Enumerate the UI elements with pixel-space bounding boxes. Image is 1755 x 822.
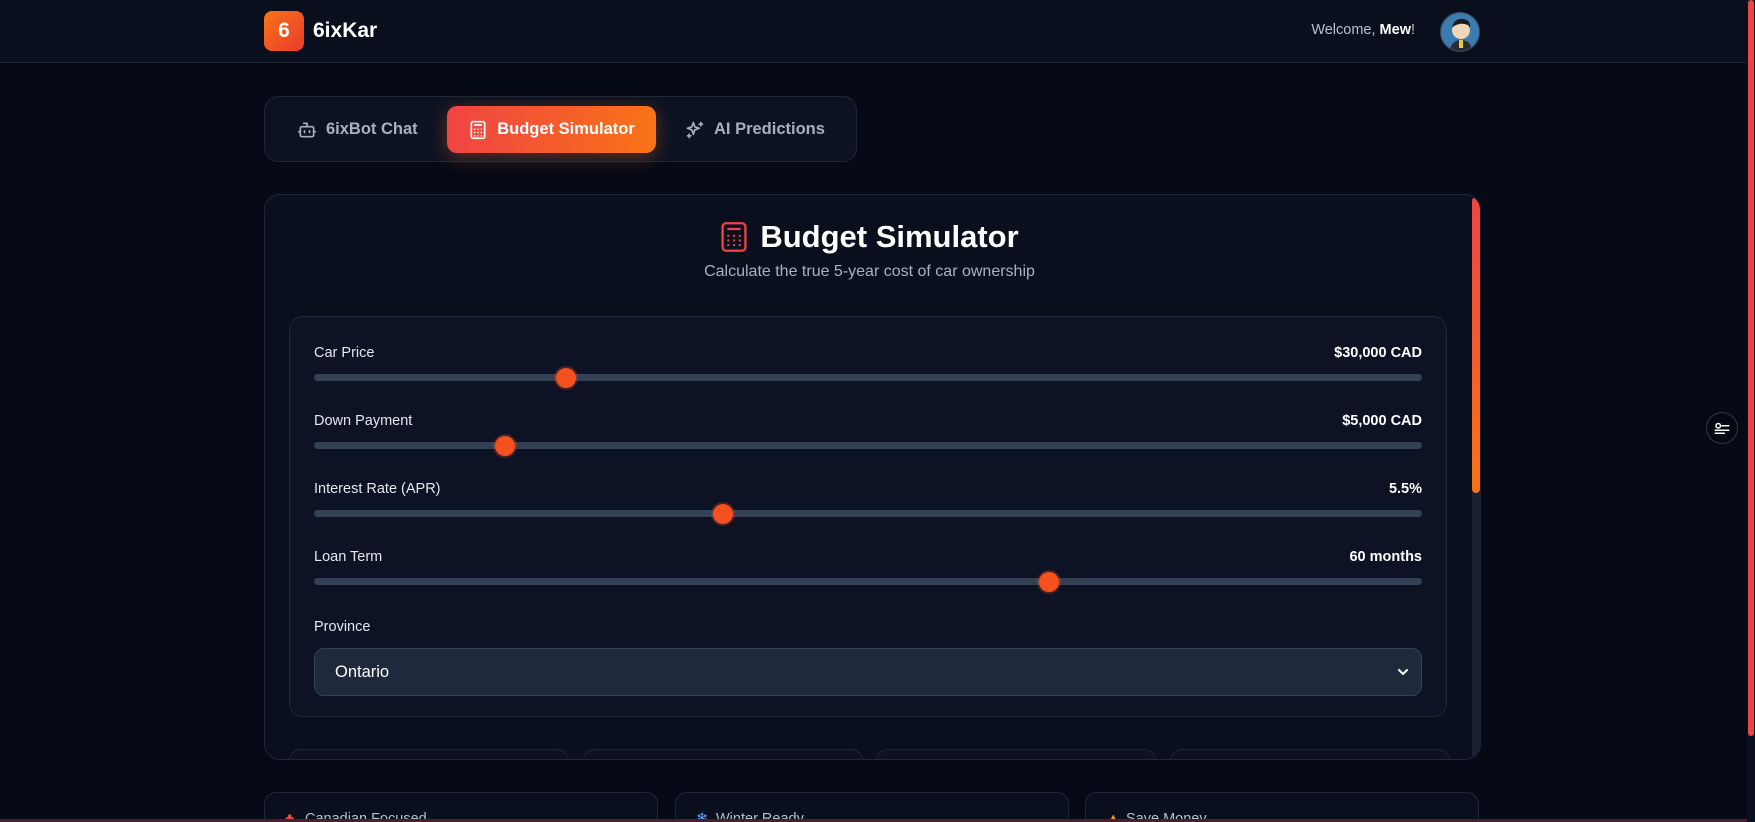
page-title: Budget Simulator bbox=[760, 219, 1019, 254]
slider-value: $5,000 CAD bbox=[1342, 413, 1422, 429]
result-card bbox=[876, 749, 1156, 759]
slider-label: Down Payment bbox=[314, 413, 413, 429]
slider-handle[interactable] bbox=[494, 436, 515, 456]
result-card bbox=[1170, 749, 1450, 759]
car-price-slider[interactable] bbox=[314, 368, 1422, 388]
top-navbar: 6 6ixKar Welcome, Mew! bbox=[0, 0, 1747, 63]
feature-card-winter: ❄ Winter Ready bbox=[675, 792, 1069, 822]
tab-label: Budget Simulator bbox=[497, 120, 635, 138]
user-name: Mew bbox=[1379, 22, 1411, 38]
interest-rate-slider[interactable] bbox=[314, 504, 1422, 524]
mode-tabs: 6ixBot Chat Budget Simulator AI Predicti… bbox=[264, 96, 857, 162]
province-selected-value: Ontario bbox=[335, 662, 390, 681]
welcome-message: Welcome, Mew! bbox=[1311, 22, 1415, 38]
feature-card-save-money: ▲ Save Money bbox=[1085, 792, 1479, 822]
page-subtitle: Calculate the true 5-year cost of car ow… bbox=[704, 263, 1035, 280]
simulator-heading: Budget Simulator bbox=[265, 219, 1474, 255]
slider-value: 5.5% bbox=[1388, 481, 1422, 497]
slider-handle[interactable] bbox=[555, 368, 576, 388]
brand-name: 6ixKar bbox=[313, 19, 378, 42]
tab-budget-simulator[interactable]: Budget Simulator bbox=[447, 106, 656, 153]
province-select[interactable]: Ontario bbox=[314, 648, 1422, 696]
slider-label: Interest Rate (APR) bbox=[314, 481, 441, 497]
result-card bbox=[583, 749, 863, 759]
page-scrollbar-thumb[interactable] bbox=[1748, 0, 1754, 736]
slider-handle[interactable] bbox=[1038, 572, 1059, 592]
feature-card-canadian: ♣ Canadian Focused bbox=[264, 792, 658, 822]
calculator-icon bbox=[470, 120, 486, 139]
page-scrollbar[interactable] bbox=[1747, 0, 1755, 822]
bot-icon bbox=[297, 122, 317, 137]
scrollbar-thumb[interactable] bbox=[1472, 197, 1480, 493]
welcome-suffix: ! bbox=[1410, 22, 1415, 38]
inputs-panel: Car Price $30,000 CAD Down Payment $5,00… bbox=[289, 316, 1447, 717]
card-scrollbar[interactable] bbox=[1472, 197, 1480, 759]
loan-term-slider[interactable] bbox=[314, 572, 1422, 592]
province-label: Province bbox=[314, 619, 371, 635]
tab-label: 6ixBot Chat bbox=[326, 120, 418, 138]
slider-value: 60 months bbox=[1349, 549, 1422, 565]
tab-6ixbot-chat[interactable]: 6ixBot Chat bbox=[277, 106, 438, 153]
brand-logo[interactable]: 6 6ixKar bbox=[264, 11, 377, 51]
tab-ai-predictions[interactable]: AI Predictions bbox=[665, 106, 845, 153]
slider-label: Loan Term bbox=[314, 549, 383, 565]
slider-value: $30,000 CAD bbox=[1334, 345, 1422, 361]
calculator-icon bbox=[721, 222, 747, 252]
tab-label: AI Predictions bbox=[714, 120, 825, 138]
accessibility-toggle-button[interactable] bbox=[1706, 412, 1738, 444]
down-payment-slider[interactable] bbox=[314, 436, 1422, 456]
toggle-settings-icon bbox=[1714, 422, 1730, 434]
welcome-prefix: Welcome, bbox=[1311, 22, 1380, 38]
slider-handle[interactable] bbox=[712, 504, 733, 524]
budget-simulator-card: Budget Simulator Calculate the true 5-ye… bbox=[264, 194, 1481, 760]
user-avatar[interactable] bbox=[1440, 12, 1480, 52]
chevron-down-icon bbox=[1398, 669, 1408, 675]
brand-badge: 6 bbox=[264, 11, 304, 51]
slider-label: Car Price bbox=[314, 345, 375, 361]
result-card bbox=[289, 749, 569, 759]
sparkles-icon bbox=[686, 121, 704, 138]
